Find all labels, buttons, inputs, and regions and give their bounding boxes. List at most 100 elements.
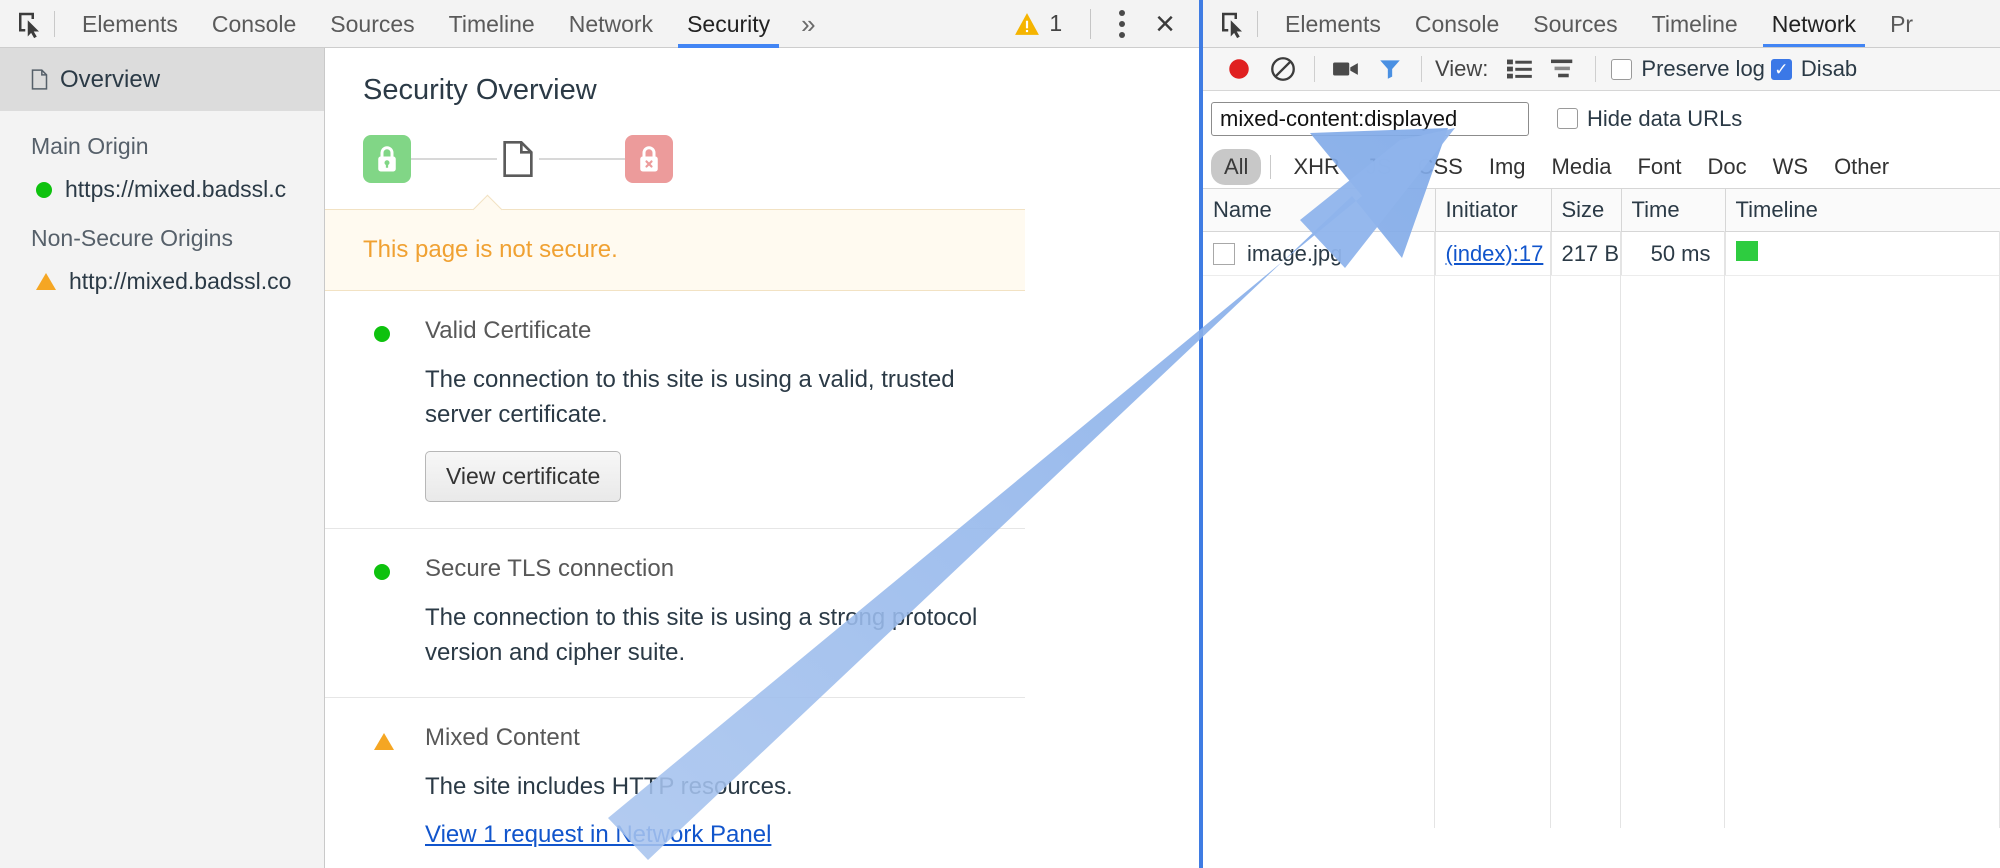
filmstrip-camera-icon[interactable] (1324, 48, 1368, 90)
tab-sources[interactable]: Sources (313, 0, 431, 48)
request-name: image.jpg (1247, 240, 1343, 266)
toolbar-divider (1090, 8, 1092, 39)
toolbar-divider (1314, 56, 1315, 82)
filter-pill-media[interactable]: Media (1539, 149, 1625, 185)
warning-triangle-icon (1015, 12, 1040, 35)
warning-badge[interactable]: 1 (1014, 10, 1062, 37)
section-title: Valid Certificate (425, 317, 592, 344)
tabbar-divider (54, 10, 55, 37)
network-requests-table: Name Initiator Size Time Timeline image.… (1203, 188, 2000, 276)
table-header-row: Name Initiator Size Time Timeline (1203, 188, 2000, 232)
warning-count: 1 (1049, 10, 1063, 36)
timeline-bar (1735, 240, 1758, 261)
sidebar-origin-url: http://mixed.badssl.co (69, 268, 292, 294)
filter-pill-xhr[interactable]: XHR (1280, 149, 1352, 185)
cell-time: 50 ms (1621, 231, 1726, 276)
tab-security[interactable]: Security (670, 0, 787, 48)
tab-timeline[interactable]: Timeline (1635, 0, 1755, 47)
connector-line (411, 158, 497, 160)
waterfall-view-icon[interactable] (1542, 48, 1586, 90)
security-tabbar: Elements Console Sources Timeline Networ… (0, 0, 1199, 48)
screenshot-root: Elements Console Sources Timeline Networ… (0, 0, 2000, 868)
inspect-element-icon[interactable] (1215, 7, 1249, 41)
security-sidebar: Overview Main Origin https://mixed.badss… (0, 48, 325, 868)
tab-network[interactable]: Network (1755, 0, 1873, 47)
cell-timeline (1725, 231, 2000, 276)
sidebar-origin-non-secure[interactable]: http://mixed.badssl.co (0, 252, 324, 295)
view-request-in-network-panel-link[interactable]: View 1 request in Network Panel (425, 821, 771, 849)
section-title: Mixed Content (425, 723, 580, 751)
sidebar-group-main-origin: Main Origin (31, 133, 149, 159)
hide-data-urls-checkbox[interactable]: Hide data URLs (1557, 106, 1742, 132)
column-header-size[interactable]: Size (1551, 188, 1622, 232)
tab-profiles[interactable]: Pr (1873, 0, 1930, 47)
column-header-time[interactable]: Time (1621, 188, 1726, 232)
green-dot-icon (36, 181, 52, 198)
column-header-initiator[interactable]: Initiator (1435, 188, 1552, 232)
network-table-container: Name Initiator Size Time Timeline image.… (1203, 188, 2000, 828)
security-body: Overview Main Origin https://mixed.badss… (0, 48, 1199, 868)
column-header-name[interactable]: Name (1203, 188, 1436, 232)
red-lock-crossed-icon (625, 135, 673, 183)
inspect-element-icon[interactable] (12, 7, 46, 41)
preserve-log-checkbox[interactable]: Preserve log (1611, 56, 1765, 82)
section-description: The connection to this site is using a v… (425, 365, 955, 428)
network-toolbar: View: Preserve log ✓ Disab (1203, 48, 2000, 91)
close-icon[interactable]: × (1139, 7, 1185, 41)
filter-pill-img[interactable]: Img (1476, 149, 1539, 185)
network-type-filters: All XHR JS CSS Img Media Font Doc WS Oth… (1203, 146, 2000, 188)
clear-no-entry-icon[interactable] (1261, 48, 1305, 90)
kebab-menu-icon[interactable] (1105, 9, 1139, 38)
section-description: The connection to this site is using a s… (425, 604, 978, 666)
sidebar-origin-secure[interactable]: https://mixed.badssl.c (0, 160, 324, 203)
filter-pill-all[interactable]: All (1211, 149, 1262, 185)
tab-console[interactable]: Console (195, 0, 313, 48)
section-description: The site includes HTTP resources. (425, 772, 793, 800)
security-section-secure-tls: Secure TLS connection The connection to … (325, 529, 1025, 698)
sidebar-item-overview[interactable]: Overview (0, 48, 324, 111)
security-overview-pane: Security Overview This page is not secur… (325, 48, 1199, 868)
filter-pill-other[interactable]: Other (1821, 149, 1902, 185)
security-section-valid-certificate: Valid Certificate The connection to this… (325, 291, 1025, 530)
cell-initiator: (index):17 (1435, 231, 1552, 276)
tab-sources[interactable]: Sources (1516, 0, 1634, 47)
sidebar-group-non-secure-origins: Non-Secure Origins (31, 225, 233, 251)
devtools-security-window: Elements Console Sources Timeline Networ… (0, 0, 1199, 868)
tab-network[interactable]: Network (552, 0, 670, 48)
toolbar-divider (1421, 56, 1422, 82)
table-row[interactable]: image.jpg (index):17 217 B 50 ms (1203, 231, 2000, 276)
column-header-timeline[interactable]: Timeline (1725, 188, 2000, 232)
checkbox-box (1611, 58, 1633, 80)
filter-funnel-icon[interactable] (1368, 48, 1412, 90)
filter-input[interactable] (1211, 101, 1529, 136)
filter-pill-css[interactable]: CSS (1405, 149, 1476, 185)
orange-triangle-icon (374, 732, 394, 750)
view-certificate-button[interactable]: View certificate (425, 451, 622, 503)
tabbar-right-controls: 1 × (1014, 0, 1199, 48)
more-tabs-icon[interactable]: » (787, 0, 829, 48)
hide-data-urls-label: Hide data URLs (1587, 105, 1743, 131)
request-type-icon (1213, 242, 1235, 265)
devtools-network-window: Elements Console Sources Timeline Networ… (1199, 0, 2000, 868)
tab-elements[interactable]: Elements (65, 0, 195, 48)
filter-pill-doc[interactable]: Doc (1694, 149, 1759, 185)
section-marker (363, 555, 425, 581)
filter-pill-font[interactable]: Font (1624, 149, 1694, 185)
page-title: Security Overview (363, 74, 597, 106)
cell-size: 217 B (1551, 231, 1622, 276)
tab-timeline[interactable]: Timeline (432, 0, 552, 48)
document-icon (31, 69, 48, 90)
view-label: View: (1435, 56, 1489, 81)
initiator-link[interactable]: (index):17 (1446, 241, 1544, 266)
filter-pill-js[interactable]: JS (1353, 149, 1405, 185)
tab-elements[interactable]: Elements (1268, 0, 1398, 47)
filter-pill-ws[interactable]: WS (1760, 149, 1821, 185)
checkbox-box (1770, 58, 1792, 80)
list-view-icon[interactable] (1498, 48, 1542, 90)
tab-console[interactable]: Console (1398, 0, 1516, 47)
sidebar-item-label: Overview (60, 65, 161, 93)
green-dot-icon (374, 326, 390, 342)
record-button-icon[interactable] (1217, 48, 1261, 90)
disable-cache-checkbox[interactable]: Disab (1770, 56, 1857, 82)
insecure-banner: This page is not secure. (325, 209, 1025, 291)
